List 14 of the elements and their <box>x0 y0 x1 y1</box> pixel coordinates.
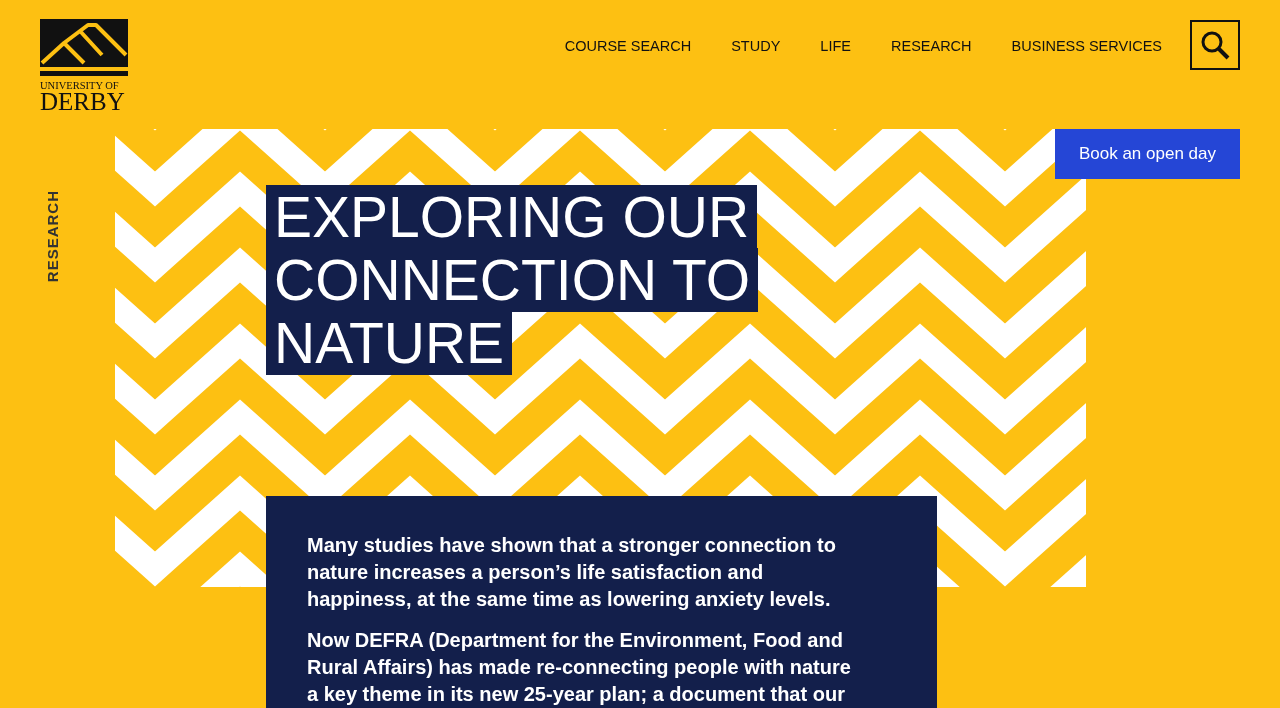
nav-link[interactable]: STUDY <box>731 38 781 54</box>
search-button[interactable] <box>1190 20 1240 70</box>
search-icon <box>1200 30 1230 60</box>
nav-link[interactable]: LIFE <box>820 38 851 54</box>
section-label: RESEARCH <box>44 190 61 283</box>
intro-paragraph: Many studies have shown that a stronger connection to nature increases a person’s life satisfaction and happiness, at the same time as lowering anxiety levels. <box>307 533 837 612</box>
nav-link[interactable]: COURSE SEARCH <box>564 38 692 54</box>
logo-text: UNIVERSITY OF <box>40 80 120 91</box>
mountain-logo-icon <box>40 19 128 77</box>
nav-link[interactable]: RESEARCH <box>891 38 972 54</box>
book-open-day-button[interactable]: Book an open day <box>1054 129 1240 179</box>
logo-text: DERBY <box>40 91 126 112</box>
intro-paragraph: Now DEFRA (Department for the Environment, Food and Rural Affairs) has made re-connecting people with nature a key theme in its new 25-year plan; a document that our <box>307 628 852 707</box>
nav-link[interactable]: BUSINESS SERVICES <box>1011 38 1162 54</box>
